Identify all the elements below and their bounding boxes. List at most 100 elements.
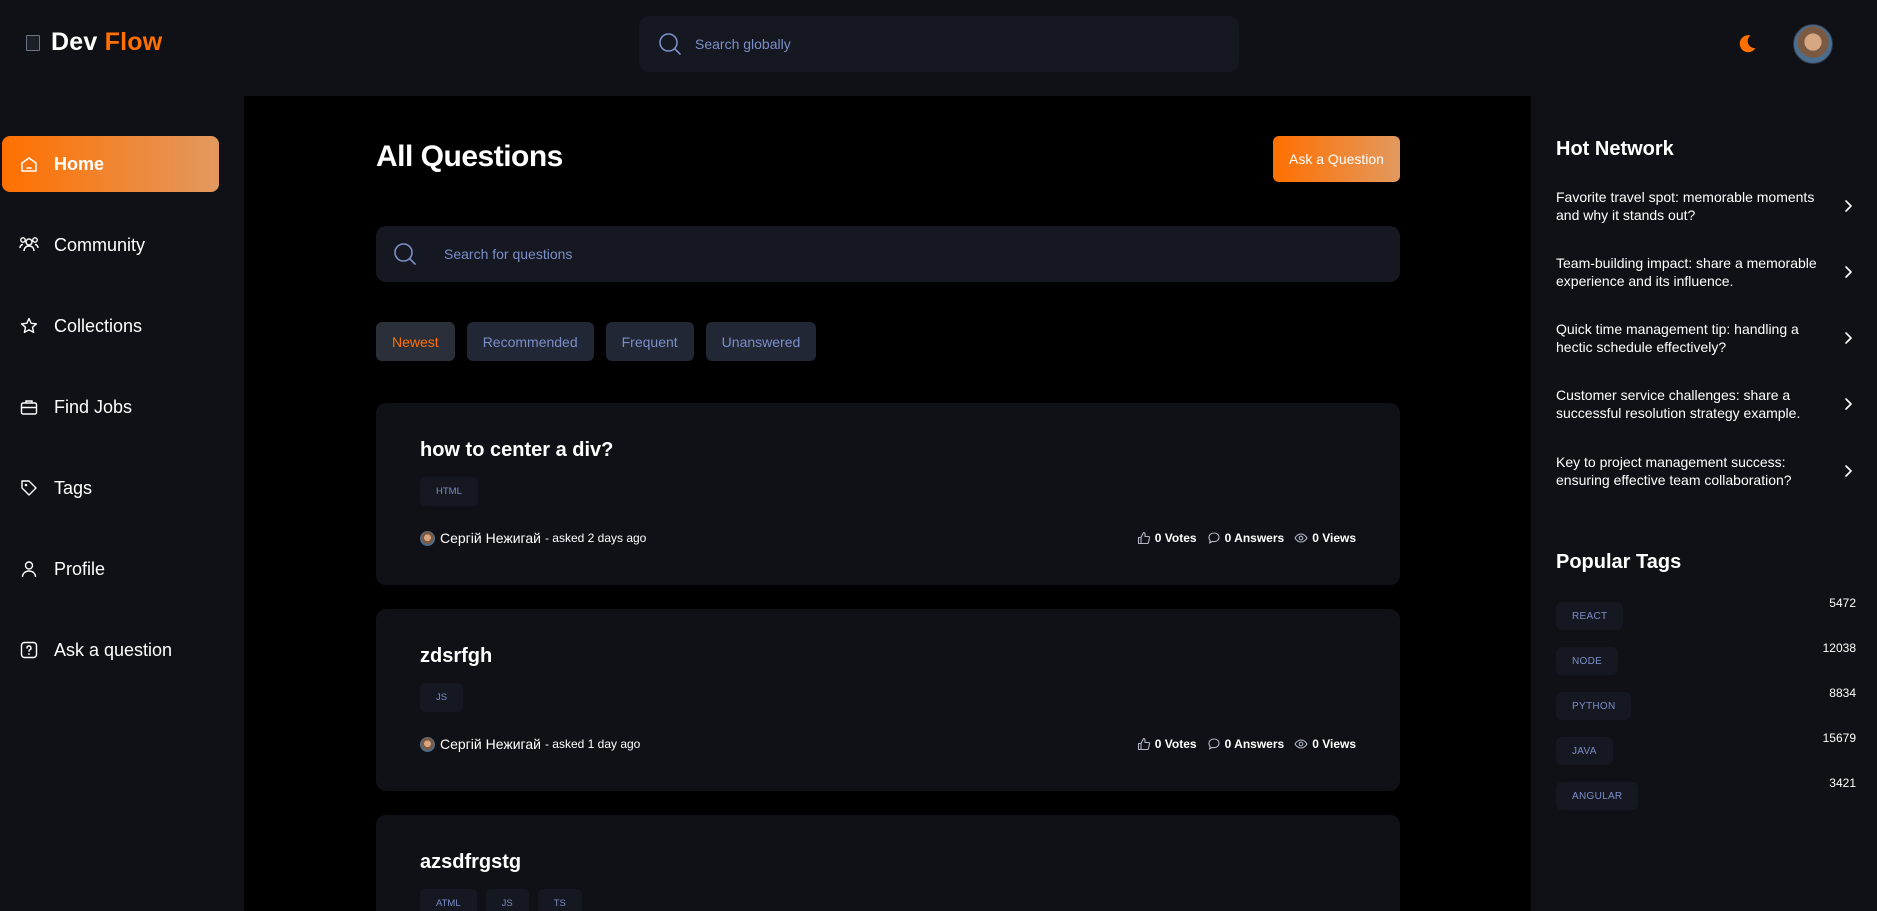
- page-title: All Questions: [376, 140, 563, 173]
- question-tag[interactable]: TS: [537, 889, 582, 911]
- filter-unanswered[interactable]: Unanswered: [705, 322, 817, 361]
- sidebar-item-community[interactable]: Community: [2, 217, 219, 273]
- votes-stat: 0 Votes: [1137, 531, 1197, 545]
- sidebar-item-ask-question[interactable]: Ask a question: [2, 622, 219, 678]
- sidebar-item-label: Home: [54, 153, 105, 174]
- logo-primary-text: Dev: [51, 28, 98, 56]
- sidebar-item-label: Collections: [54, 315, 143, 336]
- popular-tag[interactable]: REACT: [1556, 602, 1624, 630]
- logo[interactable]: Dev Flow: [25, 28, 162, 57]
- popular-tag[interactable]: ANGULAR: [1556, 782, 1639, 810]
- hot-network-question[interactable]: Favorite travel spot: memorable moments …: [1556, 188, 1826, 224]
- views-stat: 0 Views: [1294, 531, 1356, 545]
- avatar[interactable]: [1793, 24, 1833, 64]
- hot-network-item[interactable]: Team-building impact: share a memorable …: [1556, 254, 1856, 290]
- popular-tag-row: NODE 12038: [1556, 641, 1856, 677]
- global-search-input[interactable]: Search globally: [639, 16, 1239, 72]
- question-title[interactable]: how to center a div?: [420, 439, 613, 462]
- hot-network-question[interactable]: Quick time management tip: handling a he…: [1556, 320, 1826, 356]
- filter-tabs: Newest Recommended Frequent Unanswered: [376, 322, 817, 361]
- asked-time: - asked 2 days ago: [544, 531, 647, 545]
- question-search-input[interactable]: Search for questions: [376, 226, 1400, 282]
- votes-count: 0 Votes: [1154, 737, 1197, 751]
- chevron-right-icon: [1845, 200, 1852, 212]
- question-tag[interactable]: ATML: [420, 889, 477, 911]
- question-title[interactable]: zdsrfgh: [420, 645, 492, 668]
- hot-network-question[interactable]: Customer service challenges: share a suc…: [1556, 386, 1826, 422]
- hot-network-title: Hot Network: [1556, 138, 1674, 160]
- hot-network-item[interactable]: Favorite travel spot: memorable moments …: [1556, 188, 1856, 224]
- votes-stat: 0 Votes: [1137, 737, 1197, 751]
- eye-icon: [1294, 533, 1308, 543]
- question-tags: JS: [420, 683, 464, 712]
- answers-stat: 0 Answers: [1207, 737, 1285, 751]
- popular-tag-row: PYTHON 8834: [1556, 686, 1856, 722]
- popular-tag-row: ANGULAR 3421: [1556, 776, 1856, 812]
- hot-network-item[interactable]: Quick time management tip: handling a he…: [1556, 320, 1856, 356]
- popular-tags-title: Popular Tags: [1556, 551, 1682, 573]
- sidebar-item-home[interactable]: Home: [2, 136, 219, 192]
- eye-icon: [1294, 739, 1308, 749]
- home-icon: [18, 153, 40, 175]
- answers-count: 0 Answers: [1224, 737, 1285, 751]
- question-meta: Сергій Нежигай - asked 1 day ago: [420, 736, 640, 752]
- sidebar-item-label: Community: [54, 234, 146, 255]
- tag-count: 12038: [1822, 641, 1856, 655]
- answers-stat: 0 Answers: [1207, 531, 1285, 545]
- filter-newest[interactable]: Newest: [376, 322, 455, 361]
- question-title[interactable]: azsdfrgstg: [420, 851, 521, 874]
- hot-network-question[interactable]: Key to project management success: ensur…: [1556, 453, 1826, 489]
- question-search-placeholder: Search for questions: [444, 246, 573, 262]
- author-name[interactable]: Сергій Нежигай: [440, 530, 541, 546]
- chevron-right-icon: [1845, 398, 1852, 410]
- filter-recommended[interactable]: Recommended: [466, 322, 594, 361]
- question-tag[interactable]: HTML: [420, 477, 478, 506]
- votes-count: 0 Votes: [1154, 531, 1197, 545]
- user-icon: [18, 558, 40, 580]
- asked-time: - asked 1 day ago: [544, 737, 641, 751]
- author-avatar[interactable]: [420, 736, 435, 752]
- star-icon: [18, 315, 40, 337]
- popular-tag[interactable]: NODE: [1556, 647, 1619, 675]
- moon-icon[interactable]: [1735, 32, 1759, 56]
- question-card[interactable]: zdsrfgh JS Сергій Нежигай - asked 1 day …: [376, 609, 1400, 791]
- popular-tag[interactable]: PYTHON: [1556, 692, 1632, 720]
- ask-question-button[interactable]: Ask a Question: [1273, 136, 1400, 182]
- right-sidebar: Hot Network Favorite travel spot: memora…: [1531, 96, 1877, 911]
- sidebar-item-label: Profile: [54, 558, 106, 579]
- answers-count: 0 Answers: [1224, 531, 1285, 545]
- hot-network-item[interactable]: Key to project management success: ensur…: [1556, 453, 1856, 489]
- popular-tag-row: JAVA 15679: [1556, 731, 1856, 767]
- logo-image-icon: [25, 33, 45, 53]
- hot-network-item[interactable]: Customer service challenges: share a suc…: [1556, 386, 1856, 422]
- filter-frequent[interactable]: Frequent: [605, 322, 694, 361]
- sidebar-item-profile[interactable]: Profile: [2, 541, 219, 597]
- author-name[interactable]: Сергій Нежигай: [440, 736, 541, 752]
- popular-tag[interactable]: JAVA: [1556, 737, 1613, 765]
- question-tag[interactable]: JS: [420, 683, 464, 712]
- tag-count: 8834: [1829, 686, 1856, 700]
- question-meta: Сергій Нежигай - asked 2 days ago: [420, 530, 646, 546]
- question-card[interactable]: how to center a div? HTML Сергій Нежигай…: [376, 403, 1400, 585]
- question-card[interactable]: azsdfrgstg ATML JS TS: [376, 815, 1400, 911]
- search-icon: [659, 33, 681, 55]
- tag-count: 15679: [1822, 731, 1856, 745]
- like-icon: [1137, 531, 1150, 545]
- logo-accent-text: Flow: [104, 28, 163, 56]
- sidebar-item-tags[interactable]: Tags: [2, 460, 219, 516]
- search-icon: [394, 243, 416, 265]
- popular-tag-row: REACT 5472: [1556, 596, 1856, 632]
- sidebar-item-find-jobs[interactable]: Find Jobs: [2, 379, 219, 435]
- users-icon: [18, 234, 40, 256]
- question-stats: 0 Votes 0 Answers 0 Views: [1137, 737, 1356, 751]
- views-count: 0 Views: [1312, 737, 1356, 751]
- views-stat: 0 Views: [1294, 737, 1356, 751]
- question-tags: HTML: [420, 477, 478, 506]
- hot-network-question[interactable]: Team-building impact: share a memorable …: [1556, 254, 1826, 290]
- author-avatar[interactable]: [420, 530, 435, 546]
- message-icon: [1208, 738, 1220, 750]
- question-tag[interactable]: JS: [485, 889, 529, 911]
- sidebar-item-label: Find Jobs: [54, 396, 133, 417]
- message-icon: [1208, 532, 1220, 544]
- sidebar-item-collections[interactable]: Collections: [2, 298, 219, 354]
